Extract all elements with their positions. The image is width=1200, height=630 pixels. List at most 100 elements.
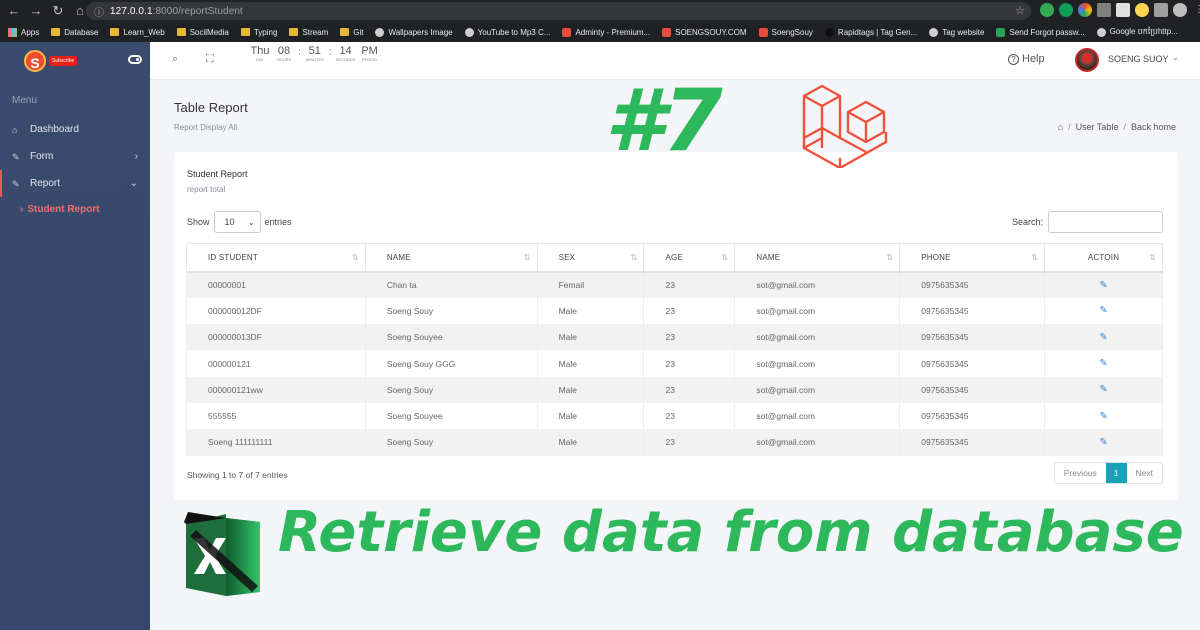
chevron-down-icon[interactable]: ⌄ xyxy=(1172,53,1179,62)
address-row: ← → ↻ ⌂ ⓘ 127.0.0.1:8000/reportStudent ☆… xyxy=(0,0,1200,22)
sort-icon: ⇅ xyxy=(630,253,638,262)
bookmark[interactable]: Wallpapers Image xyxy=(375,27,453,37)
edit-icon[interactable]: ✎ xyxy=(1099,280,1107,291)
table-row: 555555 Soeng Souyee Male 23 sot@gmail.co… xyxy=(186,402,1163,430)
bookmark[interactable]: Tag website xyxy=(929,27,984,37)
bookmark[interactable]: Database xyxy=(51,28,98,37)
cell-name: Soeng Souy xyxy=(364,429,538,456)
cell-age: 23 xyxy=(643,429,736,456)
bookmark[interactable]: Google បកប្រែhttp... xyxy=(1096,26,1178,38)
column-header[interactable]: AGE ⇅ xyxy=(643,243,736,273)
brand[interactable]: S Subscribe xyxy=(0,42,150,80)
bookmark[interactable]: Rapidtags | Tag Gen... xyxy=(824,27,917,37)
bookmark[interactable]: SoengSouy xyxy=(758,27,813,37)
extension-icon-2[interactable] xyxy=(1135,3,1149,17)
entries-select-value: 10 xyxy=(224,217,235,227)
cell-id: 000000012DF xyxy=(186,297,366,325)
fullscreen-icon[interactable]: ⛶ xyxy=(206,53,214,66)
bookmark[interactable]: SOENGSOUY.COM xyxy=(662,27,747,37)
cell-email: sot@gmail.com xyxy=(734,402,901,430)
cell-email: sot@gmail.com xyxy=(734,324,901,351)
address-bar[interactable]: ⓘ 127.0.0.1:8000/reportStudent ☆ xyxy=(86,2,1031,20)
site-icon xyxy=(996,27,1006,37)
search-label: Search: xyxy=(1011,217,1043,227)
cell-phone: 0975635345 xyxy=(899,324,1046,351)
folder-icon xyxy=(51,28,61,36)
cell-age: 23 xyxy=(643,376,736,403)
search-input[interactable] xyxy=(1048,211,1163,233)
user-name[interactable]: SOENG SUOY xyxy=(1108,54,1169,64)
bookmark[interactable]: Apps xyxy=(8,27,39,37)
bookmark[interactable]: YouTube to Mp3 C... xyxy=(464,27,550,37)
breadcrumb: ⌂ / User Table / Back home xyxy=(1058,122,1176,132)
cell-phone: 0975635345 xyxy=(899,271,1046,298)
cell-email: sot@gmail.com xyxy=(734,429,901,456)
edit-icon[interactable]: ✎ xyxy=(1099,332,1107,343)
clock-day: Thu Day xyxy=(250,45,270,62)
bookmark[interactable]: Adminty - Premium... xyxy=(562,27,650,37)
edit-icon: ✎ xyxy=(12,151,20,162)
avatar[interactable] xyxy=(1075,48,1099,72)
cell-email: sot@gmail.com xyxy=(734,350,901,377)
previous-button[interactable]: Previous xyxy=(1055,463,1106,483)
extension-icon[interactable] xyxy=(1059,3,1073,17)
column-header[interactable]: ACTOIN ⇅ xyxy=(1044,243,1163,273)
sidebar-subitem-student-report[interactable]: › Student Report xyxy=(0,197,150,221)
cell-email: sot@gmail.com xyxy=(734,271,901,298)
next-button[interactable]: Next xyxy=(1127,463,1162,483)
chevron-right-icon: › xyxy=(134,151,138,162)
edit-icon[interactable]: ✎ xyxy=(1099,305,1107,316)
site-icon xyxy=(662,27,672,37)
sort-icon: ⇅ xyxy=(1031,253,1039,262)
adblock-icon[interactable] xyxy=(1116,3,1130,17)
sort-icon: ⇅ xyxy=(523,253,531,262)
more-menu-icon[interactable]: ⋮ xyxy=(1192,3,1200,17)
color-extension-icon[interactable] xyxy=(1078,3,1092,17)
entries-select[interactable]: 10 ⌄ xyxy=(213,211,261,233)
column-header[interactable]: SEX ⇅ xyxy=(536,243,645,273)
cell-sex: Male xyxy=(536,429,645,456)
bookmark[interactable]: Stream xyxy=(289,28,328,37)
search-icon[interactable]: ⌕ xyxy=(172,53,178,66)
cell-action: ✎ xyxy=(1044,402,1163,430)
bookmark[interactable]: Git xyxy=(340,28,363,37)
breadcrumb-item[interactable]: User Table xyxy=(1076,122,1119,132)
bookmark[interactable]: Send Forgot passw... xyxy=(996,27,1085,37)
back-icon[interactable]: ← xyxy=(6,3,22,19)
sidebar-toggle-icon[interactable] xyxy=(128,55,142,64)
tool-extension-icon[interactable] xyxy=(1097,3,1111,17)
column-header[interactable]: PHONE ⇅ xyxy=(899,243,1046,273)
column-header[interactable]: ID STUDENT ⇅ xyxy=(186,243,366,273)
column-header[interactable]: NAME ⇅ xyxy=(734,243,901,273)
cell-id: 000000121ww xyxy=(186,376,366,403)
sidebar-item-dashboard[interactable]: ⌂ Dashboard xyxy=(0,116,150,143)
cell-name: Soeng Souy xyxy=(364,297,538,325)
grammarly-icon[interactable] xyxy=(1040,3,1054,17)
forward-icon[interactable]: → xyxy=(28,3,44,19)
page-1-button[interactable]: 1 xyxy=(1105,463,1127,483)
bookmark[interactable]: SocilMedia xyxy=(176,28,229,37)
edit-icon[interactable]: ✎ xyxy=(1099,411,1107,422)
reload-icon[interactable]: ↻ xyxy=(50,3,66,19)
sort-icon: ⇅ xyxy=(1149,253,1156,262)
info-icon[interactable]: ⓘ xyxy=(94,4,104,19)
bookmark[interactable]: Learn_Web xyxy=(110,28,165,37)
breadcrumb-item[interactable]: Back home xyxy=(1131,122,1176,132)
column-header[interactable]: NAME ⇅ xyxy=(364,243,538,273)
puzzle-icon[interactable] xyxy=(1154,3,1168,17)
bookmark-star-icon[interactable]: ☆ xyxy=(1015,4,1025,17)
help-link[interactable]: ? Help xyxy=(1008,53,1045,65)
clock-minutes: 51 Minutes xyxy=(305,45,324,62)
edit-icon[interactable]: ✎ xyxy=(1099,384,1107,395)
bookmarks-bar: Apps Database Learn_Web SocilMedia Typin… xyxy=(0,22,1200,42)
edit-icon[interactable]: ✎ xyxy=(1099,358,1107,369)
sort-icon: ⇅ xyxy=(351,253,359,262)
edit-icon[interactable]: ✎ xyxy=(1099,437,1107,448)
home-icon: ⌂ xyxy=(12,124,18,135)
bookmark[interactable]: Typing xyxy=(240,28,277,37)
subscribe-badge: Subscribe xyxy=(49,56,78,66)
sidebar-item-form[interactable]: ✎ Form › xyxy=(0,143,150,170)
profile-icon[interactable] xyxy=(1173,3,1187,17)
home-icon[interactable]: ⌂ xyxy=(1058,122,1063,132)
sidebar-item-report[interactable]: ✎ Report ⌄ xyxy=(0,170,150,197)
